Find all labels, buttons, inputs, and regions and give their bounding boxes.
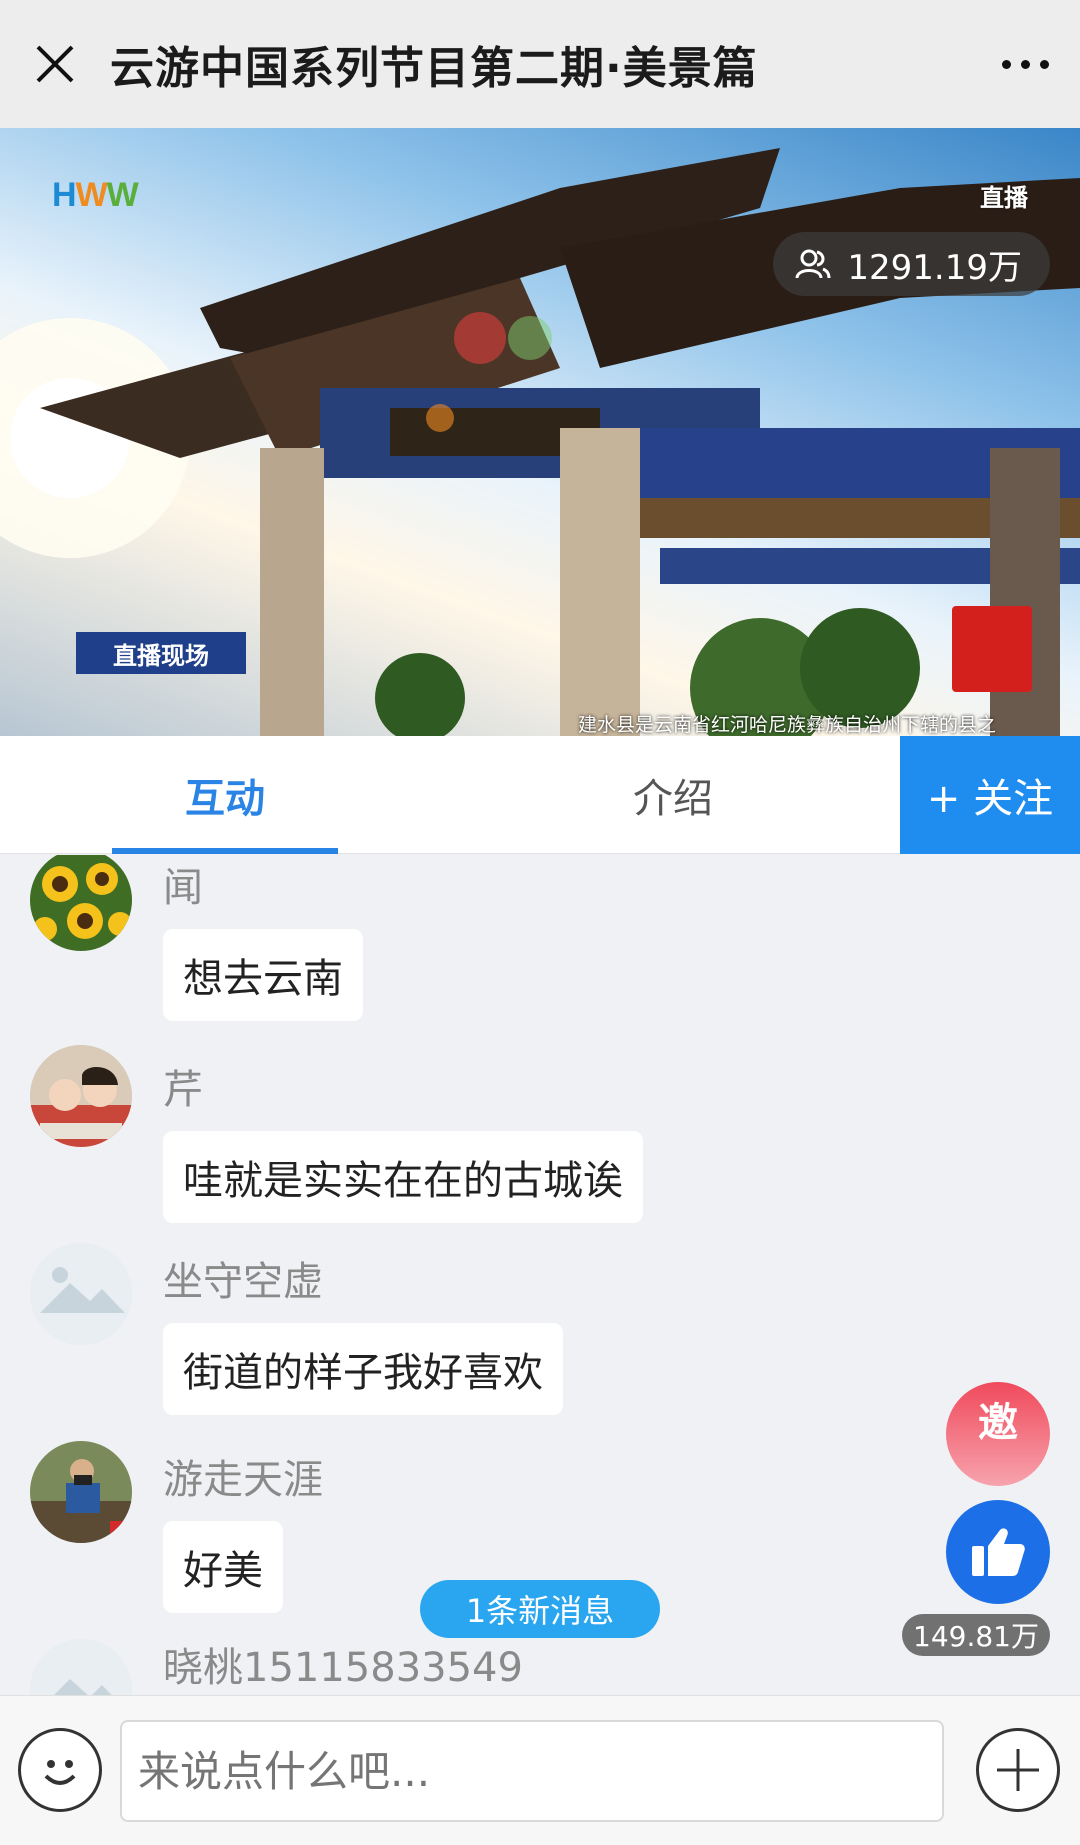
bottom-input-bar xyxy=(0,1695,1080,1845)
message-bubble: 好美 xyxy=(163,1521,283,1613)
chat-list[interactable]: 闻 想去云南 芹 哇就是实实在在的古城诶 坐守空虚 街道的样子我好喜欢 游走天涯… xyxy=(0,855,1080,1695)
viewer-count-badge: 1291.19万 xyxy=(773,232,1050,296)
emoji-button[interactable] xyxy=(18,1728,102,1812)
message-bubble: 街道的样子我好喜欢 xyxy=(163,1323,563,1415)
tab-interact[interactable]: 互动 xyxy=(112,736,338,854)
tab-intro[interactable]: 介绍 xyxy=(560,736,786,854)
kids-photo-avatar[interactable] xyxy=(30,1045,132,1147)
channel-logo: HWW xyxy=(52,176,139,214)
message-bubble: 想去云南 xyxy=(163,929,363,1021)
username: 闻 xyxy=(163,865,203,911)
plus-button[interactable] xyxy=(976,1728,1060,1812)
more-dots-icon xyxy=(1001,59,1011,69)
placeholder-avatar[interactable] xyxy=(30,1639,132,1695)
emoji-icon xyxy=(44,1760,76,1785)
live-scene-tag: 直播现场 xyxy=(76,632,246,674)
message-bubble: 哇就是实实在在的古城诶 xyxy=(163,1131,643,1223)
username: 坐守空虚 xyxy=(163,1259,323,1305)
live-label: 直播 xyxy=(980,184,1028,212)
close-icon xyxy=(36,45,74,83)
thumbs-up-icon xyxy=(972,1528,1025,1576)
follow-button[interactable]: + 关注 xyxy=(900,736,1080,854)
new-message-pill[interactable]: 1条新消息 xyxy=(420,1580,660,1638)
photographer-avatar[interactable] xyxy=(30,1441,132,1543)
invite-button[interactable]: 邀 xyxy=(946,1382,1050,1486)
viewer-count: 1291.19万 xyxy=(847,247,1022,288)
seal-stamp xyxy=(952,606,1032,692)
placeholder-avatar[interactable] xyxy=(30,1243,132,1345)
close-button[interactable] xyxy=(0,0,110,128)
username: 芹 xyxy=(163,1067,203,1113)
like-button[interactable] xyxy=(946,1500,1050,1604)
tab-bar: 互动 介绍 + 关注 xyxy=(0,736,1080,854)
plus-icon xyxy=(997,1749,1039,1791)
invite-label: 邀 xyxy=(978,1400,1018,1446)
username: 晓桃15115833549 xyxy=(163,1645,523,1691)
people-icon xyxy=(795,249,831,279)
like-count: 149.81万 xyxy=(902,1614,1050,1656)
username: 游走天涯 xyxy=(163,1457,323,1503)
video-subtitle: 建水县是云南省红河哈尼族彝族自治州下辖的县之 xyxy=(578,714,997,736)
video-player[interactable]: HWW 直播 1291.19万 直播现场 建水县是云南省红河哈尼族彝族自治州下辖… xyxy=(0,128,1080,736)
sunflower-avatar[interactable] xyxy=(30,855,132,951)
top-bar: 云游中国系列节目第二期·美景篇 xyxy=(0,0,1080,128)
more-button[interactable] xyxy=(970,0,1080,128)
comment-input[interactable] xyxy=(120,1720,944,1822)
page-title: 云游中国系列节目第二期·美景篇 xyxy=(110,43,758,94)
